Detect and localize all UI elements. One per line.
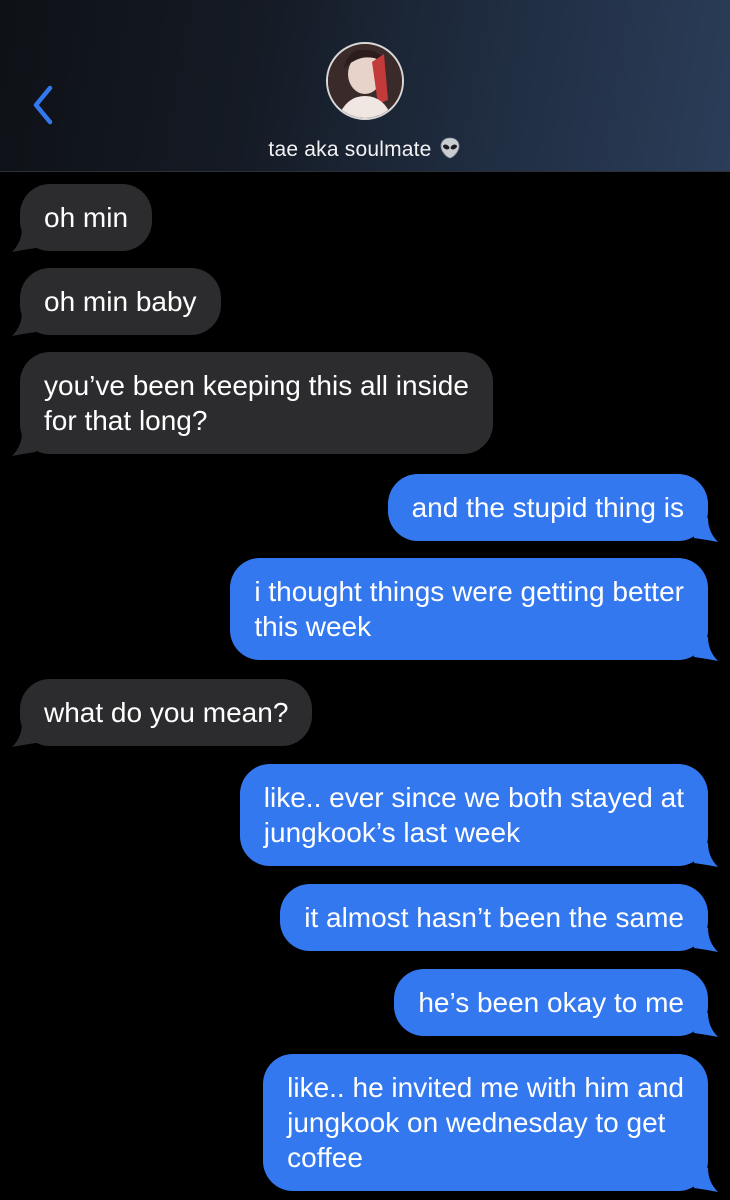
conversation-header: tae aka soulmate (0, 0, 730, 172)
bubble-tail (12, 432, 36, 456)
avatar-photo (328, 44, 402, 118)
bubble-tail (694, 1168, 718, 1192)
bubble-tail (694, 637, 718, 661)
alien-icon (438, 136, 462, 166)
bubble-tail (12, 228, 36, 252)
message-bubble-outgoing[interactable]: like.. ever since we both stayed at jung… (239, 764, 708, 866)
back-button[interactable] (24, 80, 64, 130)
message-bubble-outgoing[interactable]: and the stupid thing is (387, 474, 708, 541)
contact-name: tae aka soulmate (268, 138, 432, 161)
message-bubble-incoming[interactable]: oh min (20, 184, 153, 251)
contact-name-row[interactable]: tae aka soulmate (0, 136, 730, 166)
contact-avatar[interactable] (326, 42, 404, 120)
bubble-tail (694, 928, 718, 952)
message-bubble-outgoing[interactable]: like.. he invited me with him and jungko… (263, 1054, 708, 1191)
message-bubble-incoming[interactable]: what do you mean? (20, 679, 313, 746)
bubble-tail (694, 843, 718, 867)
message-bubble-outgoing[interactable]: he’s been okay to me (394, 969, 708, 1036)
chevron-left-icon (33, 85, 53, 125)
message-bubble-incoming[interactable]: oh min baby (20, 268, 221, 335)
message-bubble-incoming[interactable]: you’ve been keeping this all inside for … (20, 352, 493, 454)
bubble-tail (694, 518, 718, 542)
message-bubble-outgoing[interactable]: it almost hasn’t been the same (280, 884, 708, 951)
message-bubble-outgoing[interactable]: i thought things were getting better thi… (230, 558, 708, 660)
bubble-tail (12, 312, 36, 336)
bubble-tail (694, 1013, 718, 1037)
bubble-tail (12, 723, 36, 747)
